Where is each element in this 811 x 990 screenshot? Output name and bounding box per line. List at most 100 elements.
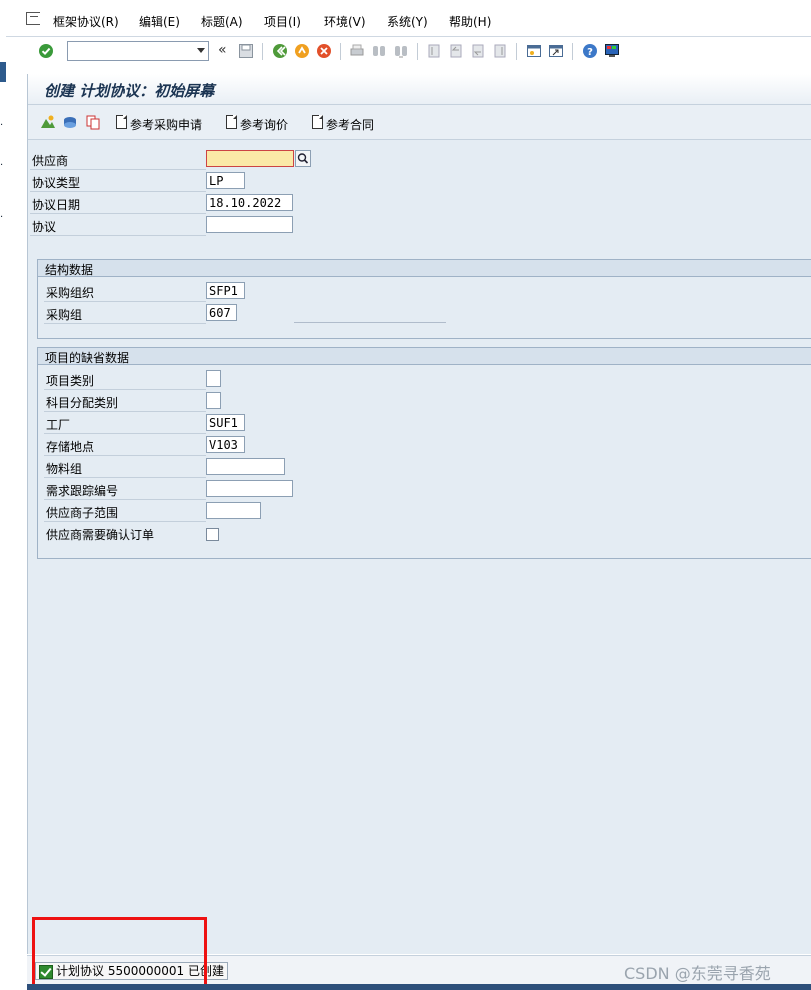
sap-window: 框架协议(R) 编辑(E) 标题(A) 项目(I) 环境(V) 系统(Y) 帮助… bbox=[6, 0, 811, 990]
row-divider bbox=[44, 477, 206, 478]
storage-loc-label: 存储地点 bbox=[46, 440, 95, 454]
first-page-icon[interactable] bbox=[426, 43, 442, 59]
find-next-icon[interactable] bbox=[393, 43, 409, 59]
menu-item-item[interactable]: 项目(I) bbox=[264, 13, 301, 30]
group-title: 项目的缺省数据 bbox=[45, 351, 130, 365]
customize-layout-icon[interactable] bbox=[604, 43, 620, 59]
back-icon[interactable] bbox=[272, 43, 288, 59]
item-category-input[interactable] bbox=[206, 370, 221, 387]
acct-assign-label: 科目分配类别 bbox=[46, 396, 119, 410]
agreement-label: 协议 bbox=[32, 220, 57, 234]
agreement-date-input[interactable]: 18.10.2022 bbox=[206, 194, 293, 211]
page-title: 创建 计划协议：初始屏幕 bbox=[44, 82, 215, 100]
help-icon[interactable]: ? bbox=[582, 43, 598, 59]
row-divider bbox=[44, 455, 206, 456]
row-divider bbox=[30, 235, 206, 236]
agreement-date-label: 协议日期 bbox=[32, 198, 81, 212]
req-tracking-label: 需求跟踪编号 bbox=[46, 484, 119, 498]
vendor-input[interactable] bbox=[206, 150, 294, 167]
purch-org-input[interactable]: SFP1 bbox=[206, 282, 245, 299]
svg-text:?: ? bbox=[587, 47, 593, 58]
document-icon bbox=[116, 115, 127, 129]
toolbar-separator bbox=[340, 43, 341, 60]
collapse-toolbar-icon[interactable]: « bbox=[218, 42, 227, 58]
previous-page-icon[interactable] bbox=[448, 43, 464, 59]
ack-required-label: 供应商需要确认订单 bbox=[46, 528, 155, 542]
org-data-icon[interactable] bbox=[40, 114, 56, 130]
plant-label: 工厂 bbox=[46, 418, 71, 432]
ref-rfq-button[interactable]: 参考询价 bbox=[240, 116, 288, 133]
material-group-label: 物料组 bbox=[46, 462, 83, 476]
row-divider bbox=[44, 301, 206, 302]
application-toolbar: 参考采购申请 参考询价 参考合同 bbox=[28, 105, 811, 140]
toolbar-separator bbox=[417, 43, 418, 60]
next-page-icon[interactable] bbox=[470, 43, 486, 59]
vendor-subrange-label: 供应商子范围 bbox=[46, 506, 119, 520]
acct-assign-input[interactable] bbox=[206, 392, 221, 409]
purch-group-input[interactable]: 607 bbox=[206, 304, 237, 321]
row-divider bbox=[44, 499, 206, 500]
item-category-label: 项目类别 bbox=[46, 374, 95, 388]
system-toolbar: « ? bbox=[6, 37, 811, 67]
save-icon[interactable] bbox=[238, 43, 254, 59]
search-icon[interactable] bbox=[295, 150, 311, 167]
enter-check-icon[interactable] bbox=[38, 43, 54, 59]
copy-icon[interactable] bbox=[85, 114, 101, 130]
org-data-group: 结构数据 采购组织 SFP1 采购组 607 bbox=[37, 259, 811, 339]
toolbar-separator bbox=[572, 43, 573, 60]
cancel-icon[interactable] bbox=[316, 43, 332, 59]
row-divider bbox=[44, 521, 206, 522]
print-icon[interactable] bbox=[349, 43, 365, 59]
agreement-type-input[interactable]: LP bbox=[206, 172, 245, 189]
menu-item-help[interactable]: 帮助(H) bbox=[449, 13, 491, 30]
find-icon[interactable] bbox=[371, 43, 387, 59]
menu-bar: 框架协议(R) 编辑(E) 标题(A) 项目(I) 环境(V) 系统(Y) 帮助… bbox=[6, 0, 811, 37]
group-header: 结构数据 bbox=[38, 260, 811, 277]
group-title: 结构数据 bbox=[45, 263, 94, 277]
plant-input[interactable]: SUF1 bbox=[206, 414, 245, 431]
material-group-input[interactable] bbox=[206, 458, 285, 475]
row-divider bbox=[44, 433, 206, 434]
row-divider bbox=[30, 169, 206, 170]
menu-icon[interactable] bbox=[26, 12, 40, 25]
ref-purchase-requisition-button[interactable]: 参考采购申请 bbox=[130, 116, 202, 133]
last-page-icon[interactable] bbox=[492, 43, 508, 59]
row-divider bbox=[44, 323, 206, 324]
main-screen-area: 创建 计划协议：初始屏幕 参考采购申请 参考询价 参考合同 供应商 协议类型 L… bbox=[27, 74, 811, 954]
new-session-icon[interactable] bbox=[526, 43, 542, 59]
description-underline bbox=[294, 322, 446, 323]
row-divider bbox=[30, 213, 206, 214]
menu-item-system[interactable]: 系统(Y) bbox=[387, 13, 428, 30]
row-divider bbox=[30, 191, 206, 192]
row-divider bbox=[44, 411, 206, 412]
item-defaults-group: 项目的缺省数据 项目类别 科目分配类别 工厂 SUF1 存储地点 V103 物料… bbox=[37, 347, 811, 559]
document-icon bbox=[312, 115, 323, 129]
shortcut-icon[interactable] bbox=[548, 43, 564, 59]
toolbar-separator bbox=[516, 43, 517, 60]
req-tracking-input[interactable] bbox=[206, 480, 293, 497]
storage-loc-input[interactable]: V103 bbox=[206, 436, 245, 453]
chevron-down-icon[interactable] bbox=[197, 48, 205, 53]
vendor-label: 供应商 bbox=[32, 154, 69, 168]
screen-title-bar: 创建 计划协议：初始屏幕 bbox=[28, 74, 811, 105]
purch-group-label: 采购组 bbox=[46, 308, 83, 322]
row-divider bbox=[44, 389, 206, 390]
ref-contract-button[interactable]: 参考合同 bbox=[326, 116, 374, 133]
menu-item-environment[interactable]: 环境(V) bbox=[324, 13, 366, 30]
toolbar-separator bbox=[262, 43, 263, 60]
menu-item-edit[interactable]: 编辑(E) bbox=[139, 13, 180, 30]
agreement-input[interactable] bbox=[206, 216, 293, 233]
menu-item-agreement[interactable]: 框架协议(R) bbox=[53, 13, 119, 30]
ack-required-checkbox[interactable] bbox=[206, 528, 219, 541]
menu-item-header[interactable]: 标题(A) bbox=[201, 13, 243, 30]
group-header: 项目的缺省数据 bbox=[38, 348, 811, 365]
agreement-type-label: 协议类型 bbox=[32, 176, 81, 190]
purch-org-label: 采购组织 bbox=[46, 286, 95, 300]
document-icon bbox=[226, 115, 237, 129]
exit-icon[interactable] bbox=[294, 43, 310, 59]
watermark-text: CSDN @东莞寻香苑 bbox=[624, 964, 771, 983]
vendor-data-icon[interactable] bbox=[62, 114, 78, 130]
vendor-subrange-input[interactable] bbox=[206, 502, 261, 519]
command-field[interactable] bbox=[67, 41, 209, 61]
highlight-box bbox=[32, 917, 207, 987]
